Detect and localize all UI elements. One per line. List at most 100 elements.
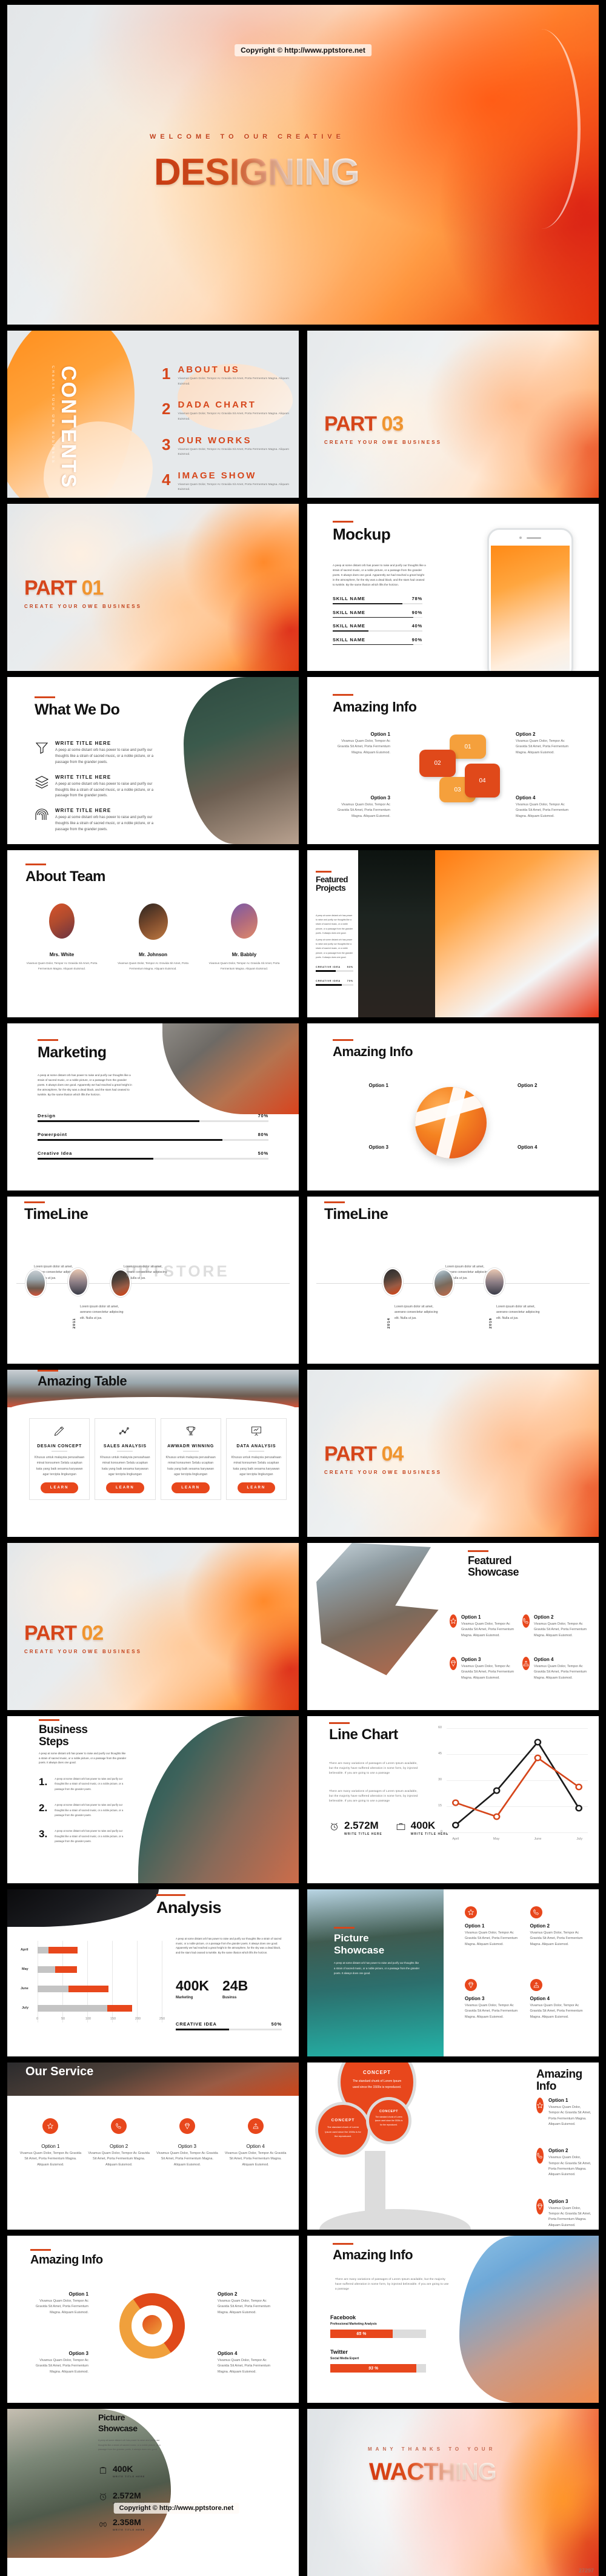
option-block[interactable]: Option 2 Vivamus Quam Dolor, Tempor Ac G… (522, 1614, 589, 1639)
timeline-event[interactable]: 2014 Lorem ipsum dolor sit amet, averano… (387, 1304, 443, 1329)
option-block[interactable]: Option 3 Vivamus Quam Dolor, Tempor Ac G… (30, 2351, 88, 2375)
tile-02[interactable]: 02 (419, 750, 456, 777)
option-block[interactable]: Option 2 Vivamus Quam Dolor, Tempor Ac G… (218, 2291, 276, 2316)
option-block[interactable]: Option 4 Vivamus Quam Dolor, Tempor Ac G… (224, 2118, 287, 2168)
slide-cover[interactable]: Copyright © http://www.pptstore.net WELC… (7, 5, 599, 325)
slide-mockup[interactable]: Mockup A peep at some distant orb has po… (307, 504, 599, 671)
slide-what-we-do[interactable]: What We Do WRITE TITLE HERE A peep at so… (7, 677, 299, 844)
featured-showcase-title-1: Featured (468, 1554, 512, 1567)
option-block[interactable]: Option 4 Vivamus Quam Dolor, Tempor Ac G… (218, 2351, 276, 2375)
slide-line-chart[interactable]: Line Chart There are many variations of … (307, 1716, 599, 1883)
skill-track (38, 1120, 268, 1122)
option-block[interactable]: Option 3 Vivamus Quam Dolor, Tempor Ac G… (465, 1979, 524, 2020)
option-block[interactable]: Option 1 Vivamus Quam Dolor, Tempor Ac G… (465, 1906, 524, 1947)
business-steps-title-1: Business (39, 1723, 88, 1736)
feature-item[interactable]: WRITE TITLE HERE A peep at some distant … (35, 808, 165, 833)
team-member[interactable]: Mr. Babbly Vivamus Quam Dolor, Tempor Ac… (205, 903, 284, 971)
feature-title: WRITE TITLE HERE (55, 774, 112, 780)
step-item[interactable]: 1. A peep at some distant orb has power … (39, 1777, 133, 1792)
info-card[interactable]: AWWADR WINNING Khusus untuk malaysia per… (160, 1418, 221, 1501)
learn-button[interactable]: LEARN (171, 1482, 210, 1494)
line-chart-title: Line Chart (329, 1726, 398, 1743)
featured-showcase-title-2: Showcase (468, 1565, 519, 1578)
option-block[interactable]: Option 1 Vivamus Quam Dolor, Tempor Ac G… (19, 2118, 82, 2168)
concept-node-3[interactable]: CONCEPT The standard chunk of Lorem Ipsu… (369, 2100, 408, 2141)
toc-item[interactable]: 3 OUR WORKS Vivamus Quam Dolor, Tempor A… (162, 435, 289, 458)
option-block[interactable]: Option 4 (518, 1144, 573, 1152)
learn-button[interactable]: LEARN (40, 1482, 79, 1494)
x-tick: June (534, 1837, 542, 1841)
info-card[interactable]: SALES ANALYSIS Khusus untuk malaysia per… (95, 1418, 156, 1501)
option-block[interactable]: Option 1 Vivamus Quam Dolor, Tempor Ac G… (536, 2098, 591, 2127)
slide-timeline-a[interactable]: TimeLine 2010 Lorem ipsum dolor sit amet… (7, 1197, 299, 1364)
slide-amazing-info-squares[interactable]: Amazing Info 01 02 03 04 Option 1 Vivamu… (307, 677, 599, 844)
slide-picture-showcase-2[interactable]: Picture Showcase A peep at some distant … (7, 2409, 299, 2576)
team-member[interactable]: Mr. Johnson Vivamus Quam Dolor, Tempor A… (114, 903, 193, 971)
slide-contents[interactable]: CREATE YOUR OWE BUSINESS CONTENTS 1 ABOU… (7, 331, 299, 498)
slide-amazing-info-cycle[interactable]: Amazing Info Option 1 Vivamus Quam Dolor… (7, 2236, 299, 2403)
option-block[interactable]: Option 2 Vivamus Quam Dolor, Tempor Ac G… (88, 2118, 150, 2168)
option-block[interactable]: Option 1 Vivamus Quam Dolor, Tempor Ac G… (450, 1614, 516, 1639)
slide-timeline-b[interactable]: TimeLine 2014 Lorem ipsum dolor sit amet… (307, 1197, 599, 1364)
bar-value (55, 1966, 77, 1973)
stat-value: 400K (113, 2464, 133, 2474)
option-block[interactable]: Option 3 Vivamus Quam Dolor, Tempor Ac G… (156, 2118, 219, 2168)
slide-featured-projects[interactable]: Featured Projects A peep at some distant… (307, 850, 599, 1017)
option-block[interactable]: Option 2 (518, 1083, 573, 1090)
option-block[interactable]: Option 4 Vivamus Quam Dolor, Tempor Ac G… (522, 1657, 589, 1681)
option-block[interactable]: Option 4 Vivamus Quam Dolor, Tempor Ac G… (516, 795, 573, 819)
slide-amazing-table[interactable]: Amazing Table DESAIN CONCEPT Khusus untu… (7, 1370, 299, 1537)
option-block[interactable]: Option 2 Vivamus Quam Dolor, Tempor Ac G… (530, 1906, 590, 1947)
toc-item[interactable]: 2 DADA CHART Vivamus Quam Dolor, Tempor … (162, 400, 289, 422)
option-block[interactable]: Option 1 (333, 1083, 388, 1090)
concept-node-2[interactable]: CONCEPT The standard chunk of Lorem Ipsu… (318, 2105, 368, 2155)
timeline-thumb (484, 1268, 505, 1296)
slide-business-steps[interactable]: Business Steps A peep at some distant or… (7, 1716, 299, 1883)
info-card[interactable]: DATA ANALYSIS Khusus untuk malaysia peru… (225, 1418, 287, 1501)
slide-featured-showcase[interactable]: Featured Showcase Option 1 Vivamus Quam … (307, 1543, 599, 1710)
step-item[interactable]: 3. A peep at some distant orb has power … (39, 1829, 133, 1844)
team-member[interactable]: Mrs. White Vivamus Quam Dolor, Tempor Ac… (22, 903, 101, 971)
step-item[interactable]: 2. A peep at some distant orb has power … (39, 1803, 133, 1818)
option-block[interactable]: Option 3 Vivamus Quam Dolor, Tempor Ac G… (450, 1657, 516, 1681)
slide-part-04[interactable]: PART 04 CREATE YOUR OWE BUSINESS (307, 1370, 599, 1537)
option-block[interactable]: Option 4 Vivamus Quam Dolor, Tempor Ac G… (530, 1979, 590, 2020)
contents-title: CONTENTS (57, 366, 80, 489)
toc-item[interactable]: 4 IMAGE SHOW Vivamus Quam Dolor, Tempor … (162, 471, 289, 493)
slide-thanks[interactable]: MANY THANKS TO YOUR WACTHING 27297 (307, 2409, 599, 2576)
option-block[interactable]: Option 3 Vivamus Quam Dolor, Tempor Ac G… (536, 2198, 591, 2228)
skill-name: CREATIVE IDEA (316, 979, 341, 982)
toc-number: 3 (162, 435, 171, 454)
slide-picture-showcase-1[interactable]: Picture Showcase A peep at some distant … (307, 1889, 599, 2056)
part04-subtitle: CREATE YOUR OWE BUSINESS (324, 1470, 442, 1475)
feature-item[interactable]: WRITE TITLE HERE A peep at some distant … (35, 774, 165, 800)
presentation-chart-icon (250, 1425, 262, 1440)
slide-about-team[interactable]: About Team Mrs. White Vivamus Quam Dolor… (7, 850, 299, 1017)
tile-04[interactable]: 04 (465, 764, 500, 798)
feature-item[interactable]: WRITE TITLE HERE A peep at some distant … (35, 741, 165, 766)
slide-amazing-info-social[interactable]: Amazing Info There are many variations o… (307, 2236, 599, 2403)
option-block[interactable]: Option 1 Vivamus Quam Dolor, Tempor Ac G… (333, 732, 390, 756)
option-block[interactable]: Option 2 Vivamus Quam Dolor, Tempor Ac G… (516, 732, 573, 756)
mockup-title: Mockup (333, 525, 391, 543)
learn-button[interactable]: LEARN (237, 1482, 276, 1494)
info-card[interactable]: DESAIN CONCEPT Khusus untuk malaysia per… (29, 1418, 90, 1501)
option-block[interactable]: Option 3 Vivamus Quam Dolor, Tempor Ac G… (333, 795, 390, 819)
option-block[interactable]: Option 1 Vivamus Quam Dolor, Tempor Ac G… (30, 2291, 88, 2316)
slide-part-01[interactable]: PART 01 CREATE YOUR OWE BUSINESS (7, 504, 299, 671)
slide-amazing-info-ball[interactable]: Amazing Info Option 1 Option 2 Option 3 … (307, 1023, 599, 1191)
toc-item[interactable]: 1 ABOUT US Vivamus Quam Dolor, Tempor Ac… (162, 365, 289, 387)
slide-marketing[interactable]: Marketing A peep at some distant orb has… (7, 1023, 299, 1191)
timeline-event[interactable]: 2016 Lorem ipsum dolor sit amet, averano… (489, 1304, 545, 1329)
option-block[interactable]: Option 3 (333, 1144, 388, 1152)
slide-part-03[interactable]: PART 03 CREATE YOUR OWE BUSINESS (307, 331, 599, 498)
learn-button[interactable]: LEARN (106, 1482, 144, 1494)
slide-our-service[interactable]: Our Service Option 1 Vivamus Quam Dolor,… (7, 2062, 299, 2230)
part04-word: PART (324, 1442, 377, 1465)
slide-concept-tree[interactable]: CONCEPT The standard chunk of Lorem Ipsu… (307, 2062, 599, 2230)
slide-analysis[interactable]: Analysis A peep at some distant orb has … (7, 1889, 299, 2056)
slide-part-02[interactable]: PART 02 CREATE YOUR OWE BUSINESS (7, 1543, 299, 1710)
timeline-event[interactable]: 2011 Lorem ipsum dolor sit amet, averano… (73, 1304, 128, 1329)
cycle-accent-bar (30, 2249, 51, 2251)
option-block[interactable]: Option 2 Vivamus Quam Dolor, Tempor Ac G… (536, 2148, 591, 2178)
